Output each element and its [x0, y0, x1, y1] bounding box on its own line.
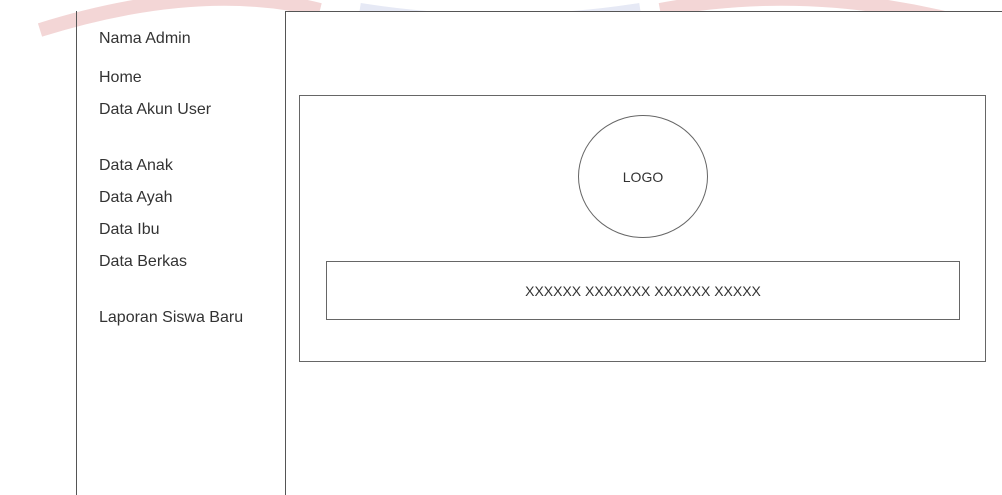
- sidebar-item-data-anak[interactable]: Data Anak: [99, 156, 243, 188]
- main-content: LOGO XXXXXX XXXXXXX XXXXXX XXXXX: [285, 11, 1002, 495]
- welcome-text-box: XXXXXX XXXXXXX XXXXXX XXXXX: [326, 261, 960, 320]
- sidebar-item-laporan-siswa-baru[interactable]: Laporan Siswa Baru: [99, 308, 243, 340]
- sidebar-item-data-ibu[interactable]: Data Ibu: [99, 220, 243, 252]
- admin-name: Nama Admin: [99, 30, 191, 47]
- menu-spacer: [99, 132, 243, 156]
- sidebar-item-data-ayah[interactable]: Data Ayah: [99, 188, 243, 220]
- sidebar-menu: Home Data Akun User Data Anak Data Ayah …: [99, 68, 243, 340]
- sidebar-item-data-akun-user[interactable]: Data Akun User: [99, 100, 243, 132]
- sidebar: Nama Admin Home Data Akun User Data Anak…: [76, 11, 285, 495]
- home-panel: LOGO XXXXXX XXXXXXX XXXXXX XXXXX: [299, 95, 986, 362]
- wireframe-canvas: Nama Admin Home Data Akun User Data Anak…: [0, 0, 1002, 495]
- sidebar-item-home[interactable]: Home: [99, 68, 243, 100]
- sidebar-item-data-berkas[interactable]: Data Berkas: [99, 252, 243, 284]
- logo-label: LOGO: [622, 168, 664, 185]
- menu-spacer: [99, 284, 243, 308]
- logo-placeholder: LOGO: [578, 115, 708, 238]
- placeholder-text: XXXXXX XXXXXXX XXXXXX XXXXX: [525, 282, 761, 299]
